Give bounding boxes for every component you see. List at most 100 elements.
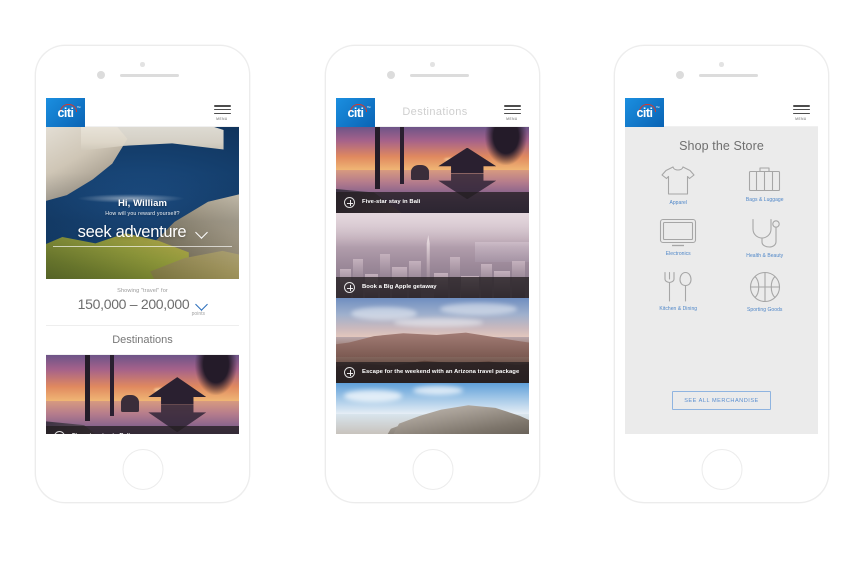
store-category-grid: Apparel Bags & Luggage Electronics Healt…	[635, 165, 808, 313]
card-title: Five-star stay in Bali	[72, 433, 130, 434]
hero-greeting: Hi, William	[117, 198, 168, 210]
app-header-title-2: Destinations	[402, 106, 468, 118]
app-header-2: citi ™ Destinations MENU	[336, 98, 529, 127]
hero-text-block: Hi, William How will you reward yourself…	[46, 198, 239, 217]
destination-card[interactable]	[336, 383, 529, 434]
store-category-kitchen-dining[interactable]: Kitchen & Dining	[635, 271, 722, 313]
points-filter[interactable]: Showing "travel" for 150,000 – 200,000 p…	[46, 279, 239, 326]
tshirt-icon	[661, 166, 695, 195]
store-category-sporting-goods[interactable]: Sporting Goods	[722, 271, 809, 313]
home-button-3[interactable]	[701, 449, 742, 490]
home-button-2[interactable]	[412, 449, 453, 490]
plus-circle-icon[interactable]	[344, 282, 355, 293]
menu-button-3[interactable]: MENU	[784, 98, 818, 126]
phone-mockup-3: citi ™ MENU Shop the Store Apparel Bags …	[614, 45, 829, 503]
store-category-bags-luggage[interactable]: Bags & Luggage	[722, 165, 809, 206]
proximity-sensor-icon	[719, 62, 724, 67]
store-category-label: Electronics	[665, 251, 691, 257]
fork-spoon-icon	[664, 271, 692, 302]
phone-screen-2: citi ™ Destinations MENU Five-star stay …	[336, 98, 529, 434]
menu-button-1[interactable]: MENU	[205, 98, 239, 126]
store-title: Shop the Store	[679, 139, 764, 153]
points-showing-label: Showing "travel" for	[117, 288, 168, 294]
phone-mockup-1: citi ™ MENU Hi, William How will you rew…	[35, 45, 250, 503]
citi-logo-3[interactable]: citi ™	[625, 98, 664, 127]
plus-circle-icon[interactable]	[344, 197, 355, 208]
citi-trademark: ™	[366, 105, 371, 110]
app-header-1: citi ™ MENU	[46, 98, 239, 127]
store-category-label: Health & Beauty	[746, 253, 784, 259]
hero-banner: Hi, William How will you reward yourself…	[46, 127, 239, 279]
stethoscope-icon	[752, 218, 780, 248]
store-category-electronics[interactable]: Electronics	[635, 218, 722, 259]
card-caption: Five-star stay in Bali	[336, 192, 529, 213]
section-title-destinations: Destinations	[46, 326, 239, 355]
store-category-label: Bags & Luggage	[745, 197, 784, 203]
plus-circle-icon[interactable]	[54, 431, 65, 434]
store-category-apparel[interactable]: Apparel	[635, 165, 722, 206]
proximity-sensor-icon	[430, 62, 435, 67]
points-range-value: 150,000 – 200,000	[77, 296, 190, 312]
destination-card[interactable]: Five-star stay in Bali	[46, 355, 239, 434]
app-header-title-1	[85, 98, 205, 126]
hamburger-icon-line	[213, 108, 231, 111]
chevron-down-icon[interactable]	[196, 299, 207, 310]
front-camera-icon	[97, 71, 105, 79]
plus-circle-icon[interactable]	[344, 367, 355, 378]
hamburger-icon-line	[213, 112, 231, 115]
menu-label-3: MENU	[795, 116, 807, 121]
phone-mockup-2: citi ™ Destinations MENU Five-star stay …	[325, 45, 540, 503]
proximity-sensor-icon	[140, 62, 145, 67]
card-title: Five-star stay in Bali	[362, 198, 421, 205]
hamburger-icon-line	[792, 112, 810, 115]
destination-card[interactable]: Escape for the weekend with an Arizona t…	[336, 298, 529, 383]
points-range-row[interactable]: 150,000 – 200,000	[54, 296, 231, 312]
phone-screen-1: citi ™ MENU Hi, William How will you rew…	[46, 98, 239, 434]
store-panel: Shop the Store Apparel Bags & Luggage El…	[625, 127, 818, 434]
menu-label-1: MENU	[216, 116, 228, 121]
phone-top-bezel-3	[615, 46, 828, 98]
destination-card[interactable]: Book a Big Apple getaway	[336, 213, 529, 298]
phone-screen-3: citi ™ MENU Shop the Store Apparel Bags …	[625, 98, 818, 434]
hamburger-icon-line	[792, 108, 810, 111]
store-category-label: Sporting Goods	[747, 307, 783, 313]
citi-trademark: ™	[655, 105, 660, 110]
card-caption: Book a Big Apple getaway	[336, 277, 529, 298]
category-selector[interactable]: seek adventure	[53, 223, 232, 247]
hamburger-icon-line	[503, 108, 521, 111]
citi-logo-1[interactable]: citi ™	[46, 98, 85, 127]
suitcase-icon	[749, 167, 781, 192]
card-image-bali	[46, 355, 239, 434]
store-category-label: Kitchen & Dining	[659, 306, 698, 312]
card-title: Escape for the weekend with an Arizona t…	[362, 368, 520, 375]
home-button-1[interactable]	[122, 449, 163, 490]
phone-top-bezel-2	[326, 46, 539, 98]
front-camera-icon	[387, 71, 395, 79]
citi-logo-2[interactable]: citi ™	[336, 98, 375, 127]
basketball-icon	[749, 271, 780, 303]
hamburger-icon-line	[503, 112, 521, 115]
destination-card[interactable]: Five-star stay in Bali	[336, 127, 529, 213]
hero-subtitle: How will you reward yourself?	[105, 210, 180, 217]
hamburger-icon-line	[503, 105, 521, 107]
earpiece-speaker	[699, 74, 758, 78]
mockup-stage: citi ™ MENU Hi, William How will you rew…	[0, 0, 860, 566]
earpiece-speaker	[120, 74, 179, 78]
chevron-down-icon	[196, 227, 207, 238]
store-category-health-beauty[interactable]: Health & Beauty	[722, 218, 809, 259]
store-category-label: Apparel	[669, 200, 688, 206]
hamburger-icon-line	[792, 105, 810, 107]
citi-trademark: ™	[76, 105, 81, 110]
monitor-icon	[660, 218, 697, 247]
earpiece-speaker	[410, 74, 469, 78]
card-caption: Escape for the weekend with an Arizona t…	[336, 362, 529, 383]
menu-button-2[interactable]: MENU	[495, 98, 529, 126]
citi-logo-text: citi	[347, 106, 364, 121]
category-selector-value: seek adventure	[77, 222, 187, 241]
phone-top-bezel-1	[36, 46, 249, 98]
see-all-merchandise-button[interactable]: SEE ALL MERCHANDISE	[672, 391, 771, 410]
app-header-3: citi ™ MENU	[625, 98, 818, 127]
citi-logo-text: citi	[636, 106, 653, 121]
card-title: Book a Big Apple getaway	[362, 283, 437, 290]
app-header-title-3	[664, 98, 784, 126]
